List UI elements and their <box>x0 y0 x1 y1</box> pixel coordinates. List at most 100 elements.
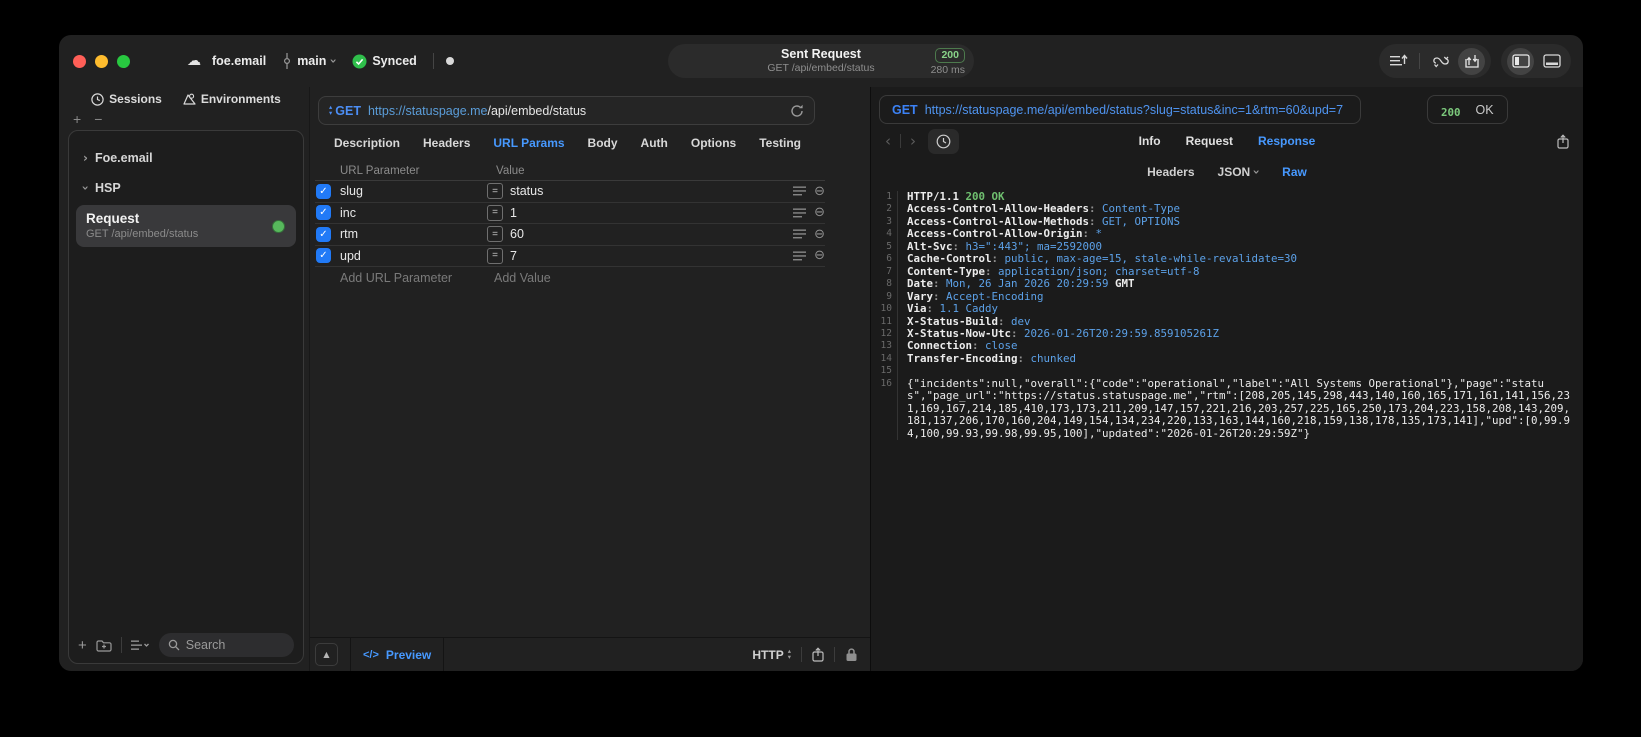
param-name[interactable]: inc <box>340 206 487 220</box>
request-tab-options[interactable]: Options <box>691 136 736 150</box>
code-generation-button[interactable] <box>1427 48 1454 75</box>
line-number: 2 <box>871 203 898 216</box>
toggle-bottom-panel-button[interactable] <box>1538 48 1565 75</box>
param-checkbox[interactable]: ✓ <box>316 183 331 199</box>
response-subtab-raw[interactable]: Raw <box>1282 165 1307 179</box>
response-url-box[interactable]: GET https://statuspage.me/api/embed/stat… <box>879 95 1361 124</box>
param-value[interactable]: status <box>510 184 793 198</box>
param-value[interactable]: 60 <box>510 227 793 241</box>
search-input[interactable]: Search <box>158 633 294 657</box>
resend-request-button[interactable] <box>790 104 804 118</box>
param-row: ✓ rtm = 60 ⊖ <box>315 224 825 246</box>
share-icon <box>812 647 824 662</box>
remove-row-icon[interactable]: ⊖ <box>814 184 825 199</box>
param-value[interactable]: 1 <box>510 206 793 220</box>
chevron-down-icon: › <box>78 185 93 191</box>
response-subtab-headers[interactable]: Headers <box>1147 165 1194 179</box>
sidebar-bottom-bar: + Search <box>69 627 303 663</box>
lock-icon <box>846 648 857 661</box>
list-options-button[interactable] <box>130 640 150 651</box>
branch-selector[interactable]: main › <box>282 53 341 69</box>
response-tab-response[interactable]: Response <box>1258 134 1315 148</box>
protocol-selector[interactable]: HTTP ▴ ▾ <box>752 648 791 662</box>
sidebar-tab-environments[interactable]: Environments <box>182 92 281 106</box>
reorder-handle-icon[interactable] <box>793 229 807 239</box>
param-row: ✓ inc = 1 ⊖ <box>315 203 825 224</box>
add-url-parameter-field[interactable]: Add URL Parameter <box>340 271 494 285</box>
remove-row-icon[interactable]: ⊖ <box>814 248 825 263</box>
remove-session-button[interactable]: − <box>94 111 102 127</box>
line-number: 1 <box>871 191 898 204</box>
request-tab-auth[interactable]: Auth <box>641 136 668 150</box>
response-raw-view: 1 HTTP/1.1 200 OK 2 Access-Control-Allow-He… <box>871 184 1583 671</box>
line-number: 3 <box>871 215 898 229</box>
add-param-row: Add URL Parameter Add Value <box>315 267 825 289</box>
response-status-text: OK <box>1475 102 1494 117</box>
response-tab-request[interactable]: Request <box>1186 134 1233 148</box>
list-up-arrow-icon <box>1389 54 1408 66</box>
tree-item-hsp[interactable]: › HSP <box>76 175 296 201</box>
method-dropdown[interactable]: ▴ ▾ GET <box>329 104 361 118</box>
param-row: ✓ slug = status ⊖ <box>315 181 825 203</box>
environments-label: Environments <box>200 92 281 106</box>
bottom-panel-icon <box>1542 54 1561 68</box>
remove-row-icon[interactable]: ⊖ <box>814 205 825 220</box>
chevron-down-icon: › <box>326 58 341 64</box>
add-session-button[interactable]: + <box>73 111 81 127</box>
traffic-lights <box>73 54 139 68</box>
request-tabs: Description Headers URL Params Body Auth Opti… <box>310 125 825 161</box>
request-list-item-selected[interactable]: Request GET /api/embed/status <box>76 205 296 247</box>
line-content: Transfer-Encoding: chunked <box>907 351 1077 365</box>
reorder-handle-icon[interactable] <box>793 186 807 196</box>
collapse-panel-button[interactable]: ▲ <box>315 643 338 666</box>
request-tab-headers[interactable]: Headers <box>423 136 470 150</box>
response-order-button[interactable] <box>1385 48 1412 75</box>
request-tab-body[interactable]: Body <box>588 136 618 150</box>
sent-request-pill[interactable]: Sent Request GET /api/embed/status 200 2… <box>668 44 974 78</box>
add-request-button[interactable]: + <box>78 637 87 654</box>
toggle-sidebar-button[interactable] <box>1507 47 1534 75</box>
request-url-bar[interactable]: ▴ ▾ GET https://statuspage.me/api/embed/s… <box>318 96 815 125</box>
close-window-button[interactable] <box>73 54 86 68</box>
project-name[interactable]: ☁ foe.email <box>187 53 266 69</box>
branch-icon <box>284 53 291 69</box>
equals-icon: = <box>487 247 503 264</box>
protocol-label: HTTP <box>752 647 784 662</box>
add-value-field[interactable]: Add Value <box>494 271 551 285</box>
request-tab-description[interactable]: Description <box>334 136 400 150</box>
param-name[interactable]: upd <box>340 249 487 263</box>
param-checkbox[interactable]: ✓ <box>316 226 331 242</box>
param-checkbox[interactable]: ✓ <box>316 248 331 264</box>
lock-request-button[interactable] <box>845 647 858 662</box>
response-tabs: Info Request Response <box>871 134 1583 148</box>
zoom-window-button[interactable] <box>117 54 130 68</box>
reorder-handle-icon[interactable] <box>793 208 807 218</box>
minimize-window-button[interactable] <box>95 54 108 68</box>
preview-button[interactable]: </> Preview <box>363 648 431 662</box>
sync-status[interactable]: Synced <box>352 54 417 69</box>
remove-row-icon[interactable]: ⊖ <box>814 227 825 242</box>
param-name[interactable]: rtm <box>340 227 487 241</box>
new-group-button[interactable] <box>96 639 112 652</box>
tree-item-foe-email[interactable]: › Foe.email <box>76 145 296 171</box>
request-tab-url-params[interactable]: URL Params <box>493 136 564 150</box>
method-label: GET <box>335 103 361 118</box>
response-tab-info[interactable]: Info <box>1139 134 1161 148</box>
sidebar-tab-sessions[interactable]: Sessions <box>91 92 162 106</box>
import-export-button[interactable] <box>1458 47 1485 75</box>
line-number: 4 <box>871 228 898 241</box>
loop-arrows-icon <box>1432 56 1449 67</box>
param-name[interactable]: slug <box>340 184 487 198</box>
branch-label: main <box>297 54 327 68</box>
reorder-handle-icon[interactable] <box>793 251 807 261</box>
request-tab-testing[interactable]: Testing <box>759 136 801 150</box>
param-checkbox[interactable]: ✓ <box>316 205 331 221</box>
synced-label: Synced <box>372 54 417 68</box>
line-number: 5 <box>871 240 898 254</box>
response-subtabs: Headers JSON › Raw <box>871 159 1583 184</box>
response-subtab-json[interactable]: JSON › <box>1218 165 1264 179</box>
param-value[interactable]: 7 <box>510 249 793 263</box>
preview-label: Preview <box>385 647 432 662</box>
share-request-button[interactable] <box>812 647 824 662</box>
line-number: 7 <box>871 265 898 279</box>
